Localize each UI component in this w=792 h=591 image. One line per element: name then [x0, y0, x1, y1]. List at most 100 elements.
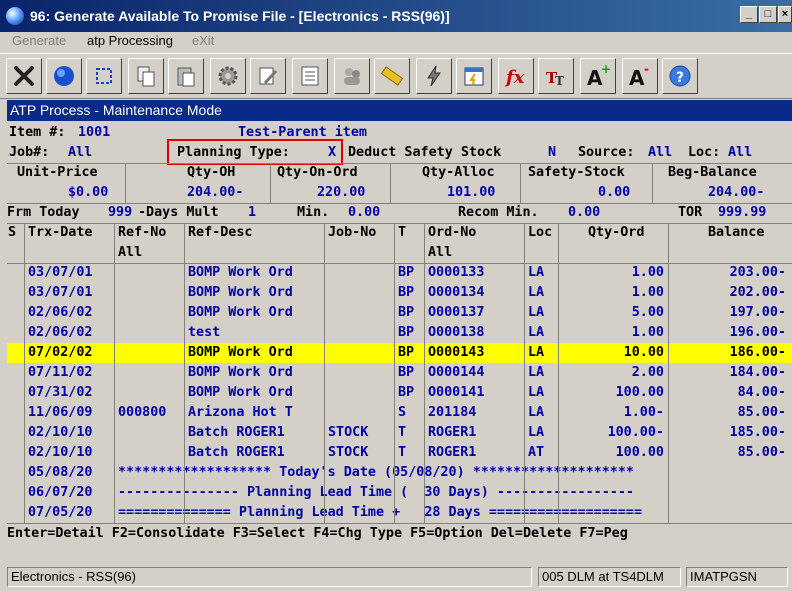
table-row[interactable]: 02/10/10 Batch ROGER1 STOCK T ROGER1 LA 100.00…: [7, 423, 792, 443]
col-s-header[interactable]: S: [8, 223, 16, 243]
ref-no-filter[interactable]: All: [118, 243, 142, 263]
ruler-icon[interactable]: [374, 58, 410, 94]
edit-icon[interactable]: [250, 58, 286, 94]
job-value[interactable]: All: [68, 143, 92, 163]
table-row[interactable]: 03/07/01 BOMP Work Ord BP O000134 LA 1.00 202.…: [7, 283, 792, 303]
font-shrink-icon[interactable]: A-: [622, 58, 658, 94]
timeline-marker-row[interactable]: 05/08/20 ******************* Today's Date…: [7, 463, 792, 483]
table-row[interactable]: 02/10/10 Batch ROGER1 STOCK T ROGER1 AT 100.00…: [7, 443, 792, 463]
min-value[interactable]: 0.00: [348, 203, 380, 223]
cell-ref-desc: BOMP Work Ord: [188, 305, 293, 320]
cell-trx-date: 07/05/20: [28, 505, 93, 520]
help-icon[interactable]: ?: [662, 58, 698, 94]
fx-icon[interactable]: fx: [498, 58, 534, 94]
menu-generate[interactable]: Generate: [12, 33, 66, 48]
table-row[interactable]: 02/06/02 test BP O000138 LA 1.00 196.00-: [7, 323, 792, 343]
cell-job-no: [328, 383, 394, 403]
tor-value[interactable]: 999.99: [718, 203, 766, 223]
deduct-safety-value[interactable]: N: [548, 143, 556, 163]
svg-text:-: -: [644, 63, 649, 76]
col-ref-no-header[interactable]: Ref-No: [118, 223, 166, 243]
select-icon[interactable]: [86, 58, 122, 94]
cell-job-no: [328, 403, 394, 423]
item-number[interactable]: 1001: [78, 123, 110, 143]
exit-icon[interactable]: [6, 58, 42, 94]
calendar-icon[interactable]: [456, 58, 492, 94]
summary-divider: [390, 163, 391, 203]
recom-min-label: Recom Min.: [458, 205, 539, 220]
copy-icon[interactable]: [128, 58, 164, 94]
users-icon[interactable]: [334, 58, 370, 94]
cell-ref-no: [118, 343, 184, 363]
table-row[interactable]: 11/06/09 000800 Arizona Hot T S 201184 LA 1.00…: [7, 403, 792, 423]
col-ord-no-header[interactable]: Ord-No: [428, 223, 476, 243]
table-row-selected[interactable]: 07/02/02 BOMP Work Ord BP O000143 LA 10.00 186…: [7, 343, 792, 363]
col-ref-desc-header[interactable]: Ref-Desc: [188, 223, 253, 243]
cell-trx-date: 07/11/02: [28, 365, 93, 380]
col-job-no-header[interactable]: Job-No: [328, 223, 376, 243]
table-row[interactable]: 07/31/02 BOMP Work Ord BP O000141 LA 100.00 84…: [7, 383, 792, 403]
days-value[interactable]: 999: [108, 203, 132, 223]
menu-atp-processing[interactable]: atp Processing: [87, 33, 173, 48]
cell-balance: 85.00-: [737, 445, 786, 460]
cell-ref-no: [118, 423, 184, 443]
settings-icon[interactable]: [210, 58, 246, 94]
font-size-icon[interactable]: TT: [538, 58, 574, 94]
col-trx-date-header[interactable]: Trx-Date: [28, 223, 93, 243]
cell-trx-date: 06/07/20: [28, 485, 93, 500]
loc-value[interactable]: All: [728, 143, 752, 163]
deduct-safety-label: Deduct Safety Stock: [348, 145, 502, 160]
table-row[interactable]: 07/11/02 BOMP Work Ord BP O000144 LA 2.00 184.…: [7, 363, 792, 383]
cell-job-no: [328, 263, 394, 283]
cell-balance: 84.00-: [737, 385, 786, 400]
cell-trx-date: 03/07/01: [28, 285, 93, 300]
safety-stock-value: 0.00: [598, 185, 631, 200]
cell-ref-desc: BOMP Work Ord: [188, 345, 293, 360]
col-balance-header[interactable]: Balance: [708, 223, 764, 243]
minimize-button[interactable]: _: [740, 6, 758, 23]
close-button[interactable]: ×: [778, 6, 792, 23]
mult-value[interactable]: 1: [248, 203, 256, 223]
unit-price-header: Unit-Price: [17, 165, 98, 180]
cell-ref-desc: test: [188, 325, 221, 340]
cell-balance: 202.00-: [729, 285, 786, 300]
paste-icon[interactable]: [168, 58, 204, 94]
planning-type-value[interactable]: X: [328, 143, 336, 163]
col-divider: [324, 223, 325, 524]
lightning-icon[interactable]: [416, 58, 452, 94]
cell-s: [8, 343, 24, 363]
cell-qty-ord: 100.00-: [607, 425, 664, 440]
maximize-button[interactable]: □: [759, 6, 777, 23]
mode-banner: ATP Process - Maintenance Mode: [7, 100, 792, 121]
col-qty-ord-header[interactable]: Qty-Ord: [588, 223, 644, 243]
timeline-marker-row[interactable]: 06/07/20 --------------- Planning Lead Ti…: [7, 483, 792, 503]
days-mult-label: -Days Mult: [138, 205, 219, 220]
col-loc-header[interactable]: Loc: [528, 223, 552, 243]
menu-bar: Generate atp Processing eXit: [0, 32, 792, 52]
col-t-header[interactable]: T: [398, 223, 406, 243]
beg-balance-header: Beg-Balance: [668, 165, 757, 180]
app-globe-icon[interactable]: [6, 7, 24, 25]
cell-loc: LA: [528, 345, 545, 360]
ord-no-filter[interactable]: All: [428, 243, 452, 263]
cell-s: [8, 323, 24, 343]
list-icon[interactable]: [292, 58, 328, 94]
cell-ord-no: O000144: [428, 365, 485, 380]
font-grow-icon[interactable]: A +: [580, 58, 616, 94]
cell-trx-date: 07/02/02: [28, 345, 93, 360]
source-value[interactable]: All: [648, 143, 672, 163]
planning-type-label: Planning Type:: [177, 145, 290, 160]
qty-oh-header: Qty-OH: [187, 165, 236, 180]
cell-ord-no: 201184: [428, 405, 477, 420]
cell-s: [8, 283, 24, 303]
cell-qty-ord: 5.00: [631, 305, 664, 320]
globe-icon[interactable]: [46, 58, 82, 94]
cell-ref-no: [118, 303, 184, 323]
timeline-marker-row[interactable]: 07/05/20 ============== Planning Lead Tim…: [7, 503, 792, 523]
col-divider: [184, 223, 185, 524]
table-row[interactable]: 03/07/01 BOMP Work Ord BP O000133 LA 1.00 203.…: [7, 263, 792, 283]
cell-ref-no: [118, 443, 184, 463]
cell-type: BP: [398, 325, 415, 340]
table-row[interactable]: 02/06/02 BOMP Work Ord BP O000137 LA 5.00 197.…: [7, 303, 792, 323]
menu-exit[interactable]: eXit: [192, 33, 214, 48]
